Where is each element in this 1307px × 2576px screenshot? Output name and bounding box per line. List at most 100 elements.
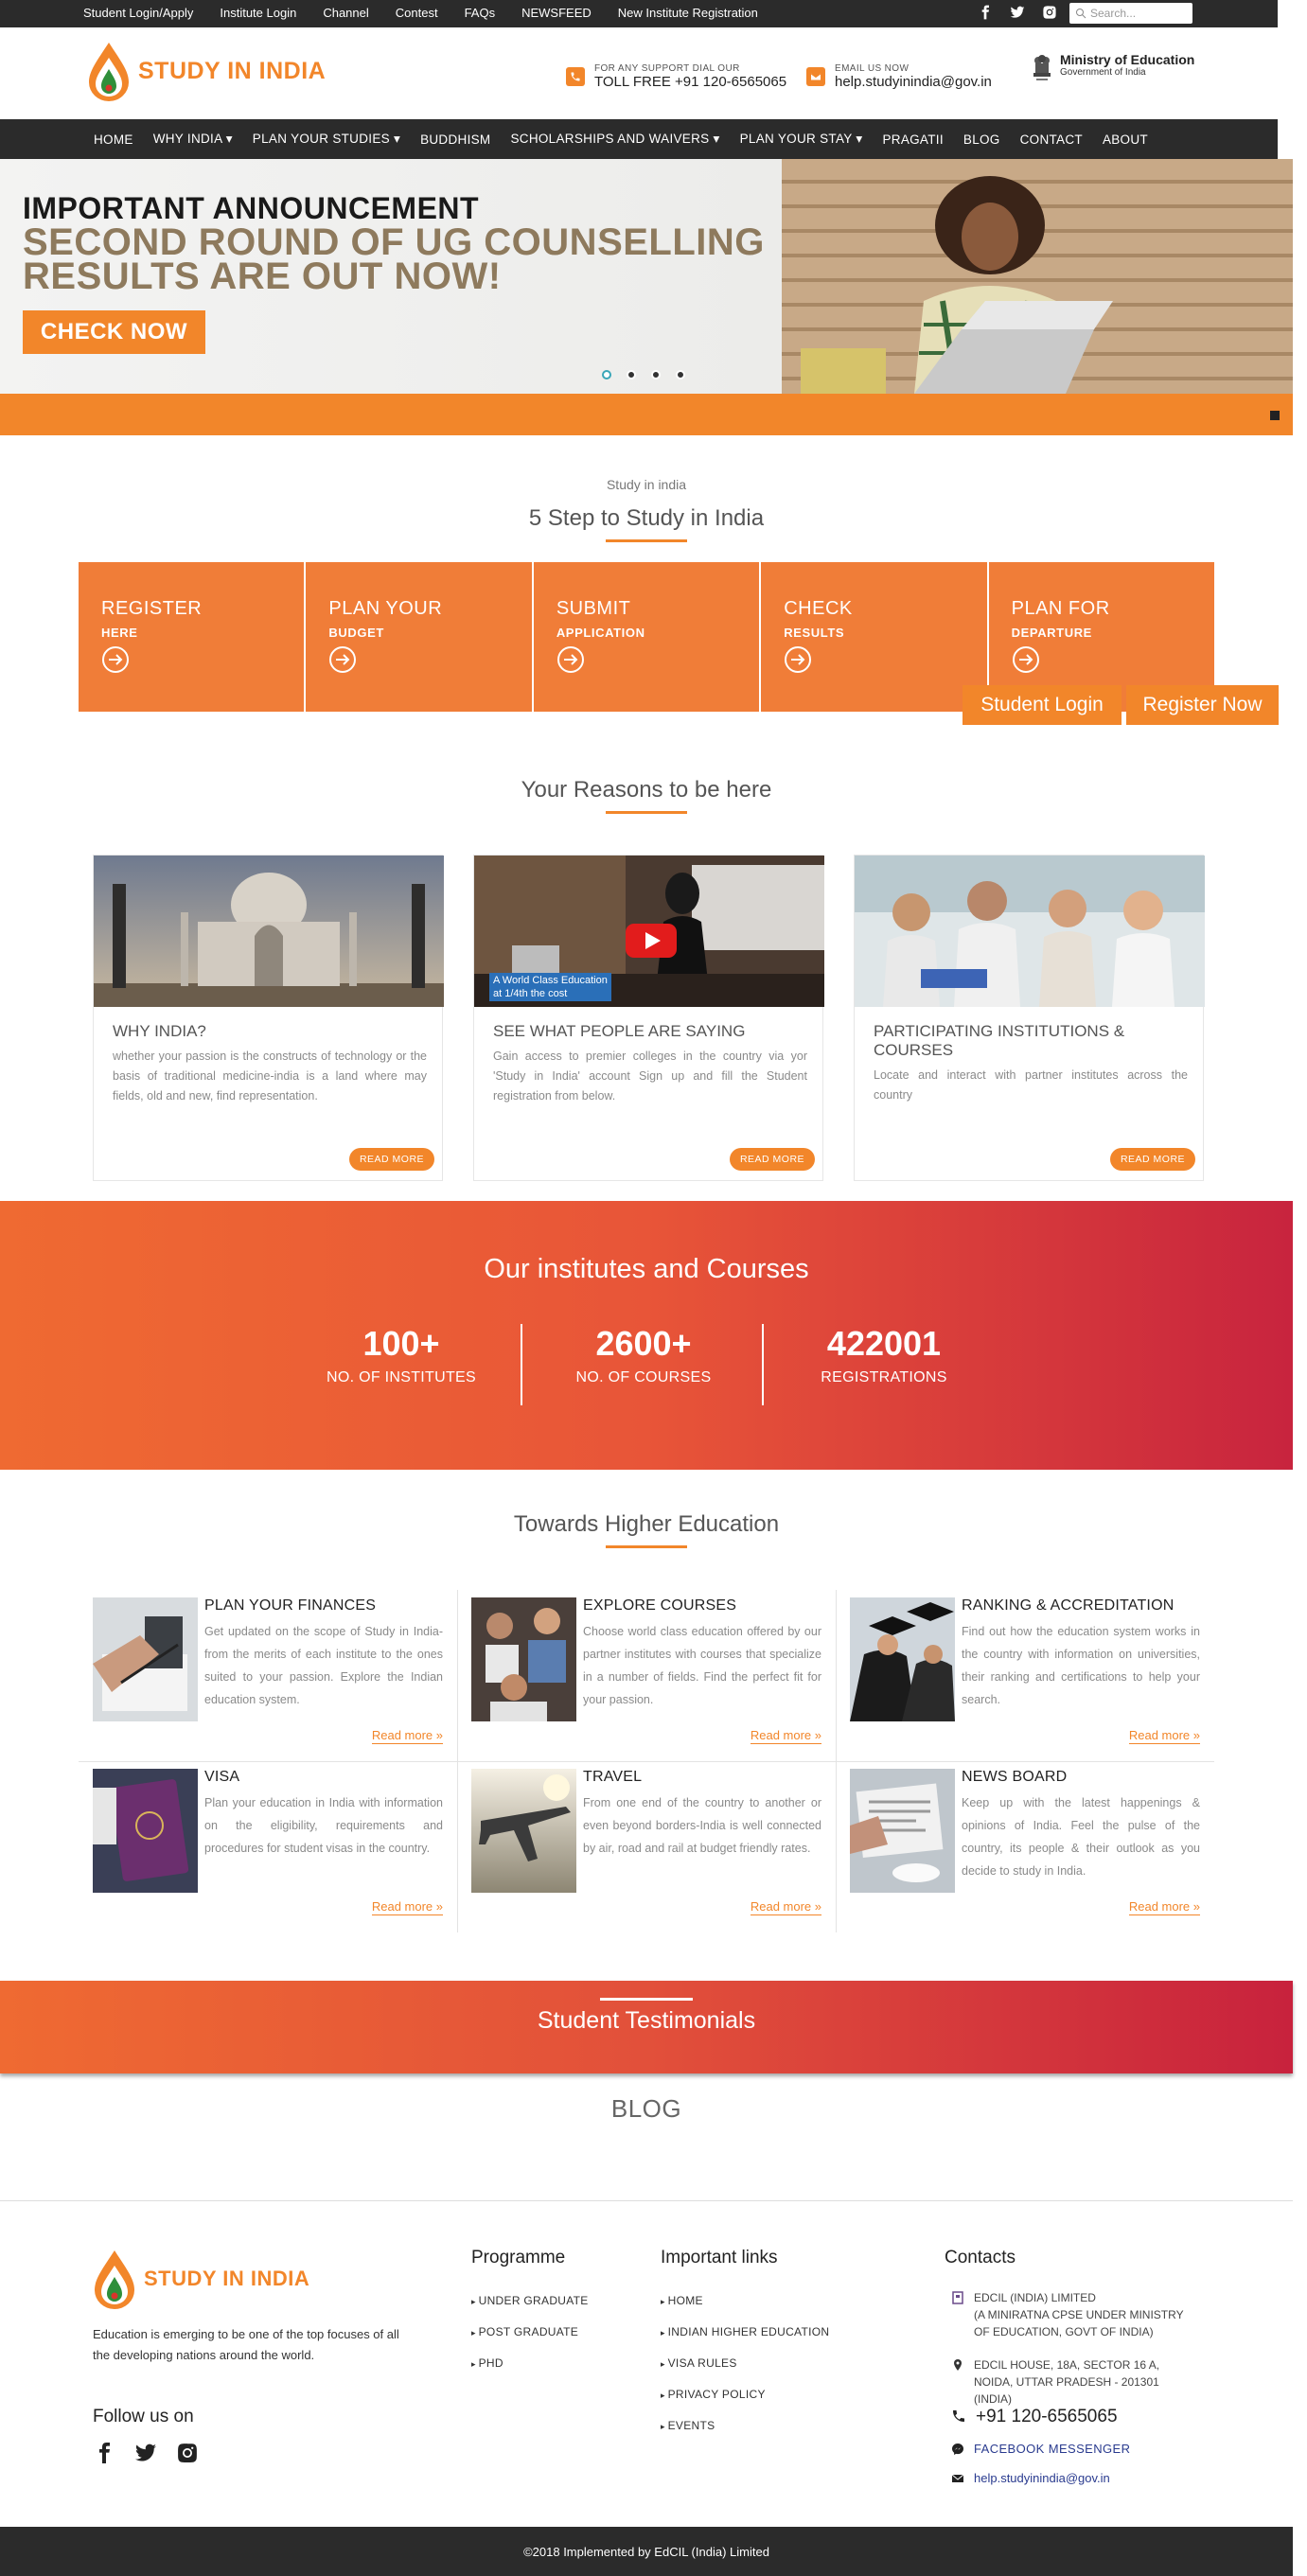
email-label: EMAIL US NOW (835, 63, 910, 74)
nav-about[interactable]: ABOUT (1103, 132, 1148, 147)
passport-image (93, 1769, 198, 1893)
ticker-pause-icon[interactable] (1270, 411, 1280, 420)
read-more-button[interactable]: READ MORE (1110, 1148, 1195, 1171)
register-now-button[interactable]: Register Now (1126, 685, 1279, 725)
contact-address: EDCIL HOUSE, 18A, SECTOR 16 A, NOIDA, UT… (951, 2356, 1197, 2408)
instagram-icon[interactable] (1042, 5, 1057, 20)
instagram-icon[interactable] (176, 2441, 199, 2465)
slider-dot-4[interactable] (676, 370, 685, 379)
read-more-link[interactable]: Read more » (371, 1899, 443, 1915)
footer-link-visa-rules[interactable]: VISA RULES (661, 2348, 829, 2379)
step-check-results[interactable]: CHECK RESULTS (761, 562, 989, 712)
students-image (855, 856, 1205, 1007)
item-ranking-accreditation: RANKING & ACCREDITATION Find out how the… (836, 1590, 1214, 1761)
twitter-icon[interactable] (1010, 5, 1025, 20)
programme-link-phd[interactable]: PHD (471, 2348, 589, 2379)
nav-buddhism[interactable]: BUDDHISM (420, 132, 490, 147)
stats-title: Our institutes and Courses (484, 1254, 809, 1284)
facebook-icon[interactable] (978, 5, 993, 20)
stat-number: 422001 (826, 1324, 942, 1363)
read-more-link[interactable]: Read more » (750, 1899, 821, 1915)
nav-pragatii[interactable]: PRAGATII (882, 132, 943, 147)
hero-student-image (782, 159, 1293, 394)
emblem-icon (1033, 55, 1051, 80)
twitter-icon[interactable] (134, 2441, 157, 2465)
slider-dot-3[interactable] (651, 370, 661, 379)
orange-ticker-band (0, 394, 1293, 435)
step-subtitle: RESULTS (784, 626, 845, 640)
stat-institutes: 100+ NO. OF INSTITUTES (297, 1324, 505, 1386)
email-block: EMAIL US NOW help.studyinindia@gov.in (806, 63, 992, 90)
read-more-button[interactable]: READ MORE (349, 1148, 434, 1171)
stat-registrations: 422001 REGISTRATIONS (780, 1324, 988, 1386)
footer-logo[interactable]: STUDY IN INDIA (93, 2249, 309, 2309)
arrow-circle-icon (1012, 646, 1039, 673)
site-logo[interactable]: STUDY IN INDIA (87, 41, 326, 101)
messenger-label: FACEBOOK MESSENGER (974, 2442, 1131, 2456)
channel-link[interactable]: Channel (323, 6, 368, 20)
footer-link-events[interactable]: EVENTS (661, 2410, 829, 2442)
steps-title: 5 Step to Study in India (528, 505, 765, 531)
nav-blog[interactable]: BLOG (963, 132, 1000, 147)
copyright-bar: ©2018 Implemented by EdCIL (India) Limit… (0, 2527, 1293, 2576)
read-more-link[interactable]: Read more » (1128, 1728, 1200, 1744)
stat-label: REGISTRATIONS (821, 1369, 947, 1385)
contact-email[interactable]: help.studyinindia@gov.in (951, 2470, 1110, 2487)
footer-link-home[interactable]: HOME (661, 2285, 829, 2317)
check-now-button[interactable]: CHECK NOW (23, 310, 205, 354)
main-nav: HOME WHY INDIA ▾ PLAN YOUR STUDIES ▾ BUD… (0, 119, 1278, 159)
step-register[interactable]: REGISTER HERE (79, 562, 307, 712)
contact-messenger[interactable]: FACEBOOK MESSENGER (951, 2441, 1130, 2458)
testimonials-top-line (600, 1998, 693, 2001)
read-more-link[interactable]: Read more » (371, 1728, 443, 1744)
nav-home[interactable]: HOME (94, 132, 133, 147)
newspaper-image (850, 1769, 955, 1893)
new-institute-registration-link[interactable]: New Institute Registration (618, 6, 758, 20)
item-description: From one end of the country to another o… (583, 1796, 821, 1855)
facebook-icon[interactable] (93, 2441, 115, 2465)
newsfeed-link[interactable]: NEWSFEED (521, 6, 592, 20)
nav-why-india[interactable]: WHY INDIA ▾ (153, 132, 233, 147)
read-more-button[interactable]: READ MORE (730, 1148, 815, 1171)
card-title: WHY INDIA? (113, 1022, 206, 1040)
contact-phone[interactable]: +91 120-6565065 (951, 2407, 1118, 2427)
institutes-courses-stats: Our institutes and Courses 100+ NO. OF I… (0, 1201, 1293, 1470)
footer-link-indian-higher-education[interactable]: INDIAN HIGHER EDUCATION (661, 2317, 829, 2348)
step-submit-application[interactable]: SUBMIT APPLICATION (533, 562, 762, 712)
footer-divider (0, 2200, 1293, 2201)
student-login-apply-link[interactable]: Student Login/Apply (83, 6, 193, 20)
arrow-circle-icon (329, 646, 357, 673)
item-title: NEWS BOARD (962, 1769, 1068, 1785)
step-plan-budget[interactable]: PLAN YOUR BUDGET (306, 562, 534, 712)
toll-free-number[interactable]: TOLL FREE +91 120-6565065 (594, 74, 786, 90)
nav-plan-your-studies[interactable]: PLAN YOUR STUDIES ▾ (253, 132, 400, 147)
email-text: help.studyinindia@gov.in (974, 2471, 1110, 2485)
reasons-title: Your Reasons to be here (521, 777, 772, 803)
student-login-button[interactable]: Student Login (963, 685, 1122, 725)
programme-link-pg[interactable]: POST GRADUATE (471, 2317, 589, 2348)
item-title: TRAVEL (583, 1769, 643, 1785)
stat-divider (521, 1324, 522, 1405)
item-description: Get updated on the scope of Study in Ind… (204, 1625, 443, 1706)
institute-login-link[interactable]: Institute Login (220, 6, 296, 20)
item-visa: VISA Plan your education in India with i… (79, 1761, 457, 1932)
faqs-link[interactable]: FAQs (465, 6, 496, 20)
nav-scholarships[interactable]: SCHOLARSHIPS AND WAIVERS ▾ (510, 132, 719, 147)
contest-link[interactable]: Contest (396, 6, 438, 20)
card-description: whether your passion is the constructs o… (113, 1050, 427, 1103)
nav-plan-your-stay[interactable]: PLAN YOUR STAY ▾ (740, 132, 863, 147)
nav-contact[interactable]: CONTACT (1020, 132, 1083, 147)
email-address[interactable]: help.studyinindia@gov.in (835, 74, 992, 90)
announcement-text: SECOND ROUND OF UG COUNSELLING RESULTS A… (23, 223, 765, 295)
slider-dot-2[interactable] (627, 370, 636, 379)
video-thumbnail[interactable]: A World Class Education at 1/4th the cos… (474, 856, 824, 1007)
search-input[interactable]: Search... (1069, 3, 1192, 24)
slider-dot-1[interactable] (602, 370, 611, 379)
step-title: SUBMIT (556, 598, 631, 619)
card-description: Gain access to premier colleges in the c… (493, 1050, 807, 1103)
footer-link-privacy-policy[interactable]: PRIVACY POLICY (661, 2379, 829, 2410)
programme-link-ug[interactable]: UNDER GRADUATE (471, 2285, 589, 2317)
footer-social-links (93, 2441, 199, 2465)
read-more-link[interactable]: Read more » (1128, 1899, 1200, 1915)
read-more-link[interactable]: Read more » (750, 1728, 821, 1744)
